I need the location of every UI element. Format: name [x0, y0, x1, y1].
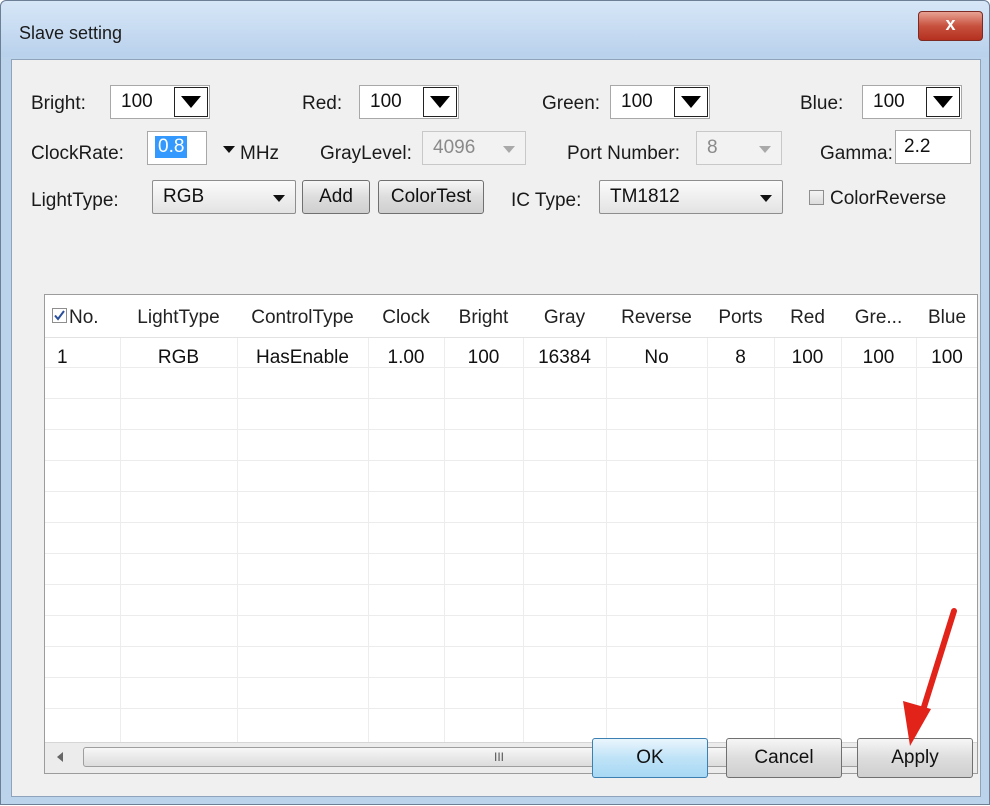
slave-setting-window: Slave setting x Bright: 100 Red: 100 Gre…	[0, 0, 990, 805]
annotation-arrow-icon	[903, 608, 957, 746]
